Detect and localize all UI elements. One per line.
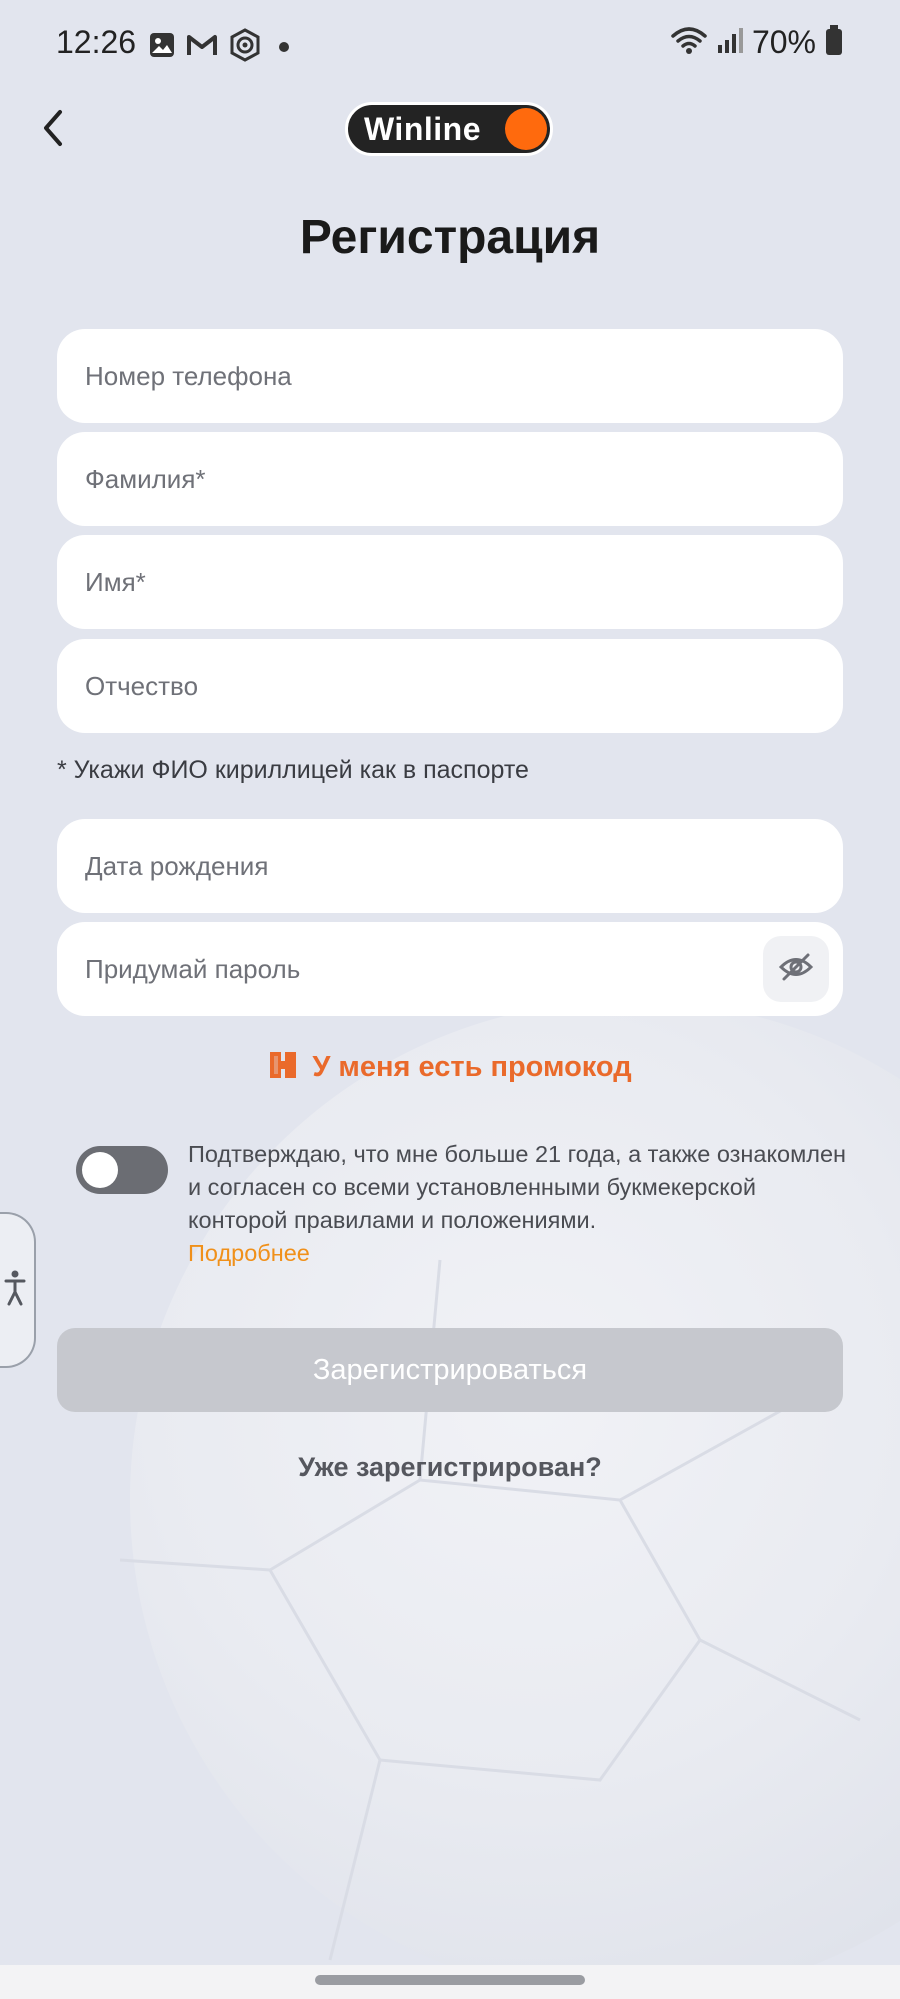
battery-percent: 70% [751, 24, 816, 60]
patronymic-input[interactable] [85, 670, 815, 702]
accessibility-button[interactable] [0, 1212, 36, 1368]
gmail-icon [186, 31, 218, 64]
wifi-icon [670, 24, 708, 61]
password-visibility-toggle[interactable] [763, 936, 829, 1002]
toggle-knob [82, 1152, 118, 1188]
promo-code-label: У меня есть промокод [312, 1051, 632, 1083]
chevron-left-icon [40, 108, 64, 153]
status-time: 12:26 [56, 24, 137, 60]
accessibility-icon [3, 1268, 27, 1313]
more-details-link[interactable]: Подробнее [188, 1237, 848, 1270]
logo-text: Winline [364, 110, 481, 147]
notification-icons [148, 28, 296, 67]
consent-text: Подтверждаю, что мне больше 21 года, а т… [188, 1141, 846, 1233]
promo-icon [268, 1050, 298, 1085]
surname-input[interactable] [85, 463, 815, 495]
back-button[interactable] [30, 100, 74, 160]
phone-field[interactable] [57, 329, 843, 423]
dot-icon [272, 31, 296, 64]
surname-field[interactable] [57, 432, 843, 526]
phone-input[interactable] [85, 360, 815, 392]
shield-app-icon [228, 28, 262, 67]
name-field[interactable] [57, 535, 843, 629]
age-consent-toggle[interactable] [76, 1146, 168, 1194]
status-bar: 12:26 70% [0, 0, 900, 90]
system-icons: 70% [670, 24, 844, 61]
patronymic-field[interactable] [57, 639, 843, 733]
register-button[interactable]: Зарегистрироваться [57, 1328, 843, 1412]
name-input[interactable] [85, 566, 815, 598]
eye-off-icon [778, 952, 814, 987]
signal-icon [716, 25, 744, 60]
winline-logo: Winline [345, 102, 553, 156]
battery-icon [824, 24, 844, 61]
home-indicator[interactable] [315, 1975, 585, 1985]
image-icon [148, 31, 176, 64]
birthdate-input[interactable] [85, 850, 815, 882]
promo-code-link[interactable]: У меня есть промокод [0, 1050, 900, 1085]
already-registered-link[interactable]: Уже зарегистрирован? [0, 1452, 900, 1483]
consent-text-block: Подтверждаю, что мне больше 21 года, а т… [188, 1138, 848, 1270]
birthdate-field[interactable] [57, 819, 843, 913]
fio-hint: * Укажи ФИО кириллицей как в паспорте [57, 756, 529, 784]
password-input[interactable] [85, 953, 745, 985]
logo-dot [505, 108, 547, 150]
page-title: Регистрация [299, 211, 601, 264]
password-field[interactable] [57, 922, 843, 1016]
